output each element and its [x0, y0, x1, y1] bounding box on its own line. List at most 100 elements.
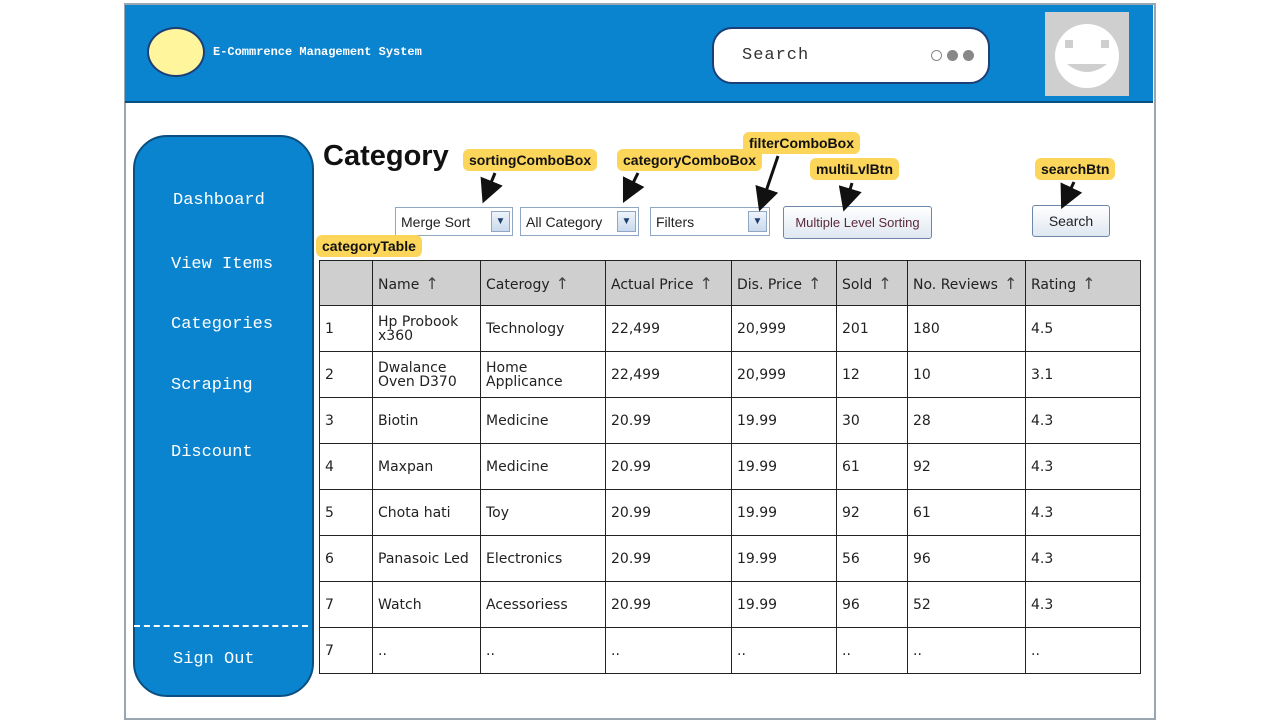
- table-cell: ..: [907, 627, 1026, 674]
- table-row[interactable]: 2 Dwalance Oven D370 Home Applicance 22,499…: [319, 351, 1141, 398]
- table-cell: ..: [372, 627, 481, 674]
- chevron-down-icon[interactable]: ▼: [617, 211, 636, 232]
- table-cell: ..: [836, 627, 908, 674]
- sort-up-icon[interactable]: ↑: [808, 274, 821, 293]
- column-label: Name: [378, 276, 420, 293]
- callout-filter: filterComboBox: [743, 132, 860, 154]
- table-cell: 96: [907, 535, 1026, 582]
- column-label: No. Reviews: [913, 276, 998, 293]
- column-label: Sold: [842, 276, 873, 293]
- callout-search: searchBtn: [1035, 158, 1116, 180]
- table-row[interactable]: 6 Panasoic Led Electronics 20.99 19.99 56 96 4.…: [319, 535, 1141, 582]
- dot: [931, 50, 942, 61]
- column-header-category[interactable]: Caterogy ↑: [480, 260, 606, 306]
- table-cell: ..: [605, 627, 732, 674]
- table-cell: Acessoriess: [480, 581, 606, 628]
- table-cell: Toy: [480, 489, 606, 536]
- table-cell: 12: [836, 351, 908, 398]
- category-table[interactable]: Name ↑ Caterogy ↑ Actual Price ↑ Dis. Price…: [319, 260, 1141, 674]
- column-header-dis-price[interactable]: Dis. Price ↑: [731, 260, 837, 306]
- table-body: 1 Hp Probook x360 Technology 22,499 20,999 20…: [319, 305, 1141, 674]
- table-cell: 7: [319, 581, 373, 628]
- sort-up-icon[interactable]: ↑: [878, 274, 891, 293]
- search-placeholder: Search: [742, 46, 810, 65]
- table-cell: Dwalance Oven D370: [372, 351, 481, 398]
- table-cell: 19.99: [731, 397, 837, 444]
- user-avatar-icon[interactable]: [1045, 12, 1129, 96]
- table-cell: ..: [731, 627, 837, 674]
- column-label: Caterogy: [486, 276, 550, 293]
- more-options-icon[interactable]: [931, 50, 974, 61]
- sort-up-icon[interactable]: ↑: [425, 274, 438, 293]
- sidebar-item-discount[interactable]: Discount: [171, 443, 253, 462]
- table-cell: 6: [319, 535, 373, 582]
- table-cell: 4.3: [1025, 489, 1141, 536]
- column-header-reviews[interactable]: No. Reviews ↑: [907, 260, 1026, 306]
- sorting-combobox[interactable]: Merge Sort ▼: [395, 207, 513, 236]
- table-cell: 22,499: [605, 351, 732, 398]
- app-title: E-Commrence Management System: [213, 45, 422, 59]
- filter-combobox-value: Filters: [656, 214, 695, 230]
- column-header-sold[interactable]: Sold ↑: [836, 260, 908, 306]
- table-cell: 92: [907, 443, 1026, 490]
- avatar-graphic: [1055, 24, 1119, 88]
- table-cell: Medicine: [480, 397, 606, 444]
- column-header-rating[interactable]: Rating ↑: [1025, 260, 1141, 306]
- table-cell: Watch: [372, 581, 481, 628]
- column-label: Actual Price: [611, 276, 694, 293]
- sort-up-icon[interactable]: ↑: [1082, 274, 1095, 293]
- table-cell: 20,999: [731, 305, 837, 352]
- table-cell: 4: [319, 443, 373, 490]
- table-cell: 1: [319, 305, 373, 352]
- sign-out-button[interactable]: Sign Out: [173, 650, 255, 669]
- multi-level-sorting-button[interactable]: Multiple Level Sorting: [783, 206, 932, 239]
- sidebar-divider: [134, 625, 308, 627]
- sidebar-item-dashboard[interactable]: Dashboard: [173, 191, 265, 210]
- table-cell: 22,499: [605, 305, 732, 352]
- sidebar-item-scraping[interactable]: Scraping: [171, 376, 253, 395]
- filter-combobox[interactable]: Filters ▼: [650, 207, 770, 236]
- table-cell: 2: [319, 351, 373, 398]
- dot: [963, 50, 974, 61]
- table-cell: Biotin: [372, 397, 481, 444]
- sort-up-icon[interactable]: ↑: [699, 274, 712, 293]
- table-row[interactable]: 1 Hp Probook x360 Technology 22,499 20,999 20…: [319, 305, 1141, 352]
- table-cell: 20.99: [605, 489, 732, 536]
- callout-multi: multiLvlBtn: [810, 158, 899, 180]
- sort-up-icon[interactable]: ↑: [556, 274, 569, 293]
- table-cell: 19.99: [731, 581, 837, 628]
- sort-up-icon[interactable]: ↑: [1004, 274, 1017, 293]
- table-row[interactable]: 7 Watch Acessoriess 20.99 19.99 96 52 4.3: [319, 581, 1141, 628]
- table-cell: 28: [907, 397, 1026, 444]
- table-header-row: Name ↑ Caterogy ↑ Actual Price ↑ Dis. Price…: [319, 260, 1141, 306]
- table-row[interactable]: 3 Biotin Medicine 20.99 19.99 30 28 4.3: [319, 397, 1141, 444]
- table-cell: 20.99: [605, 535, 732, 582]
- category-combobox[interactable]: All Category ▼: [520, 207, 639, 236]
- app-logo: [147, 27, 205, 77]
- sidebar-item-categories[interactable]: Categories: [171, 315, 273, 334]
- column-label: Rating: [1031, 276, 1077, 293]
- table-cell: Hp Probook x360: [372, 305, 481, 352]
- table-row[interactable]: 7..............: [319, 627, 1141, 674]
- search-button[interactable]: Search: [1032, 205, 1110, 237]
- table-cell: 4.3: [1025, 581, 1141, 628]
- page-title: Category: [323, 140, 449, 172]
- column-header-name[interactable]: Name ↑: [372, 260, 481, 306]
- table-cell: 20,999: [731, 351, 837, 398]
- sidebar-item-view-items[interactable]: View Items: [171, 255, 273, 274]
- column-header-actual-price[interactable]: Actual Price ↑: [605, 260, 732, 306]
- chevron-down-icon[interactable]: ▼: [748, 211, 767, 232]
- table-row[interactable]: 5 Chota hati Toy 20.99 19.99 92 61 4.3: [319, 489, 1141, 536]
- table-cell: Home Applicance: [480, 351, 606, 398]
- table-cell: 61: [907, 489, 1026, 536]
- table-cell: 4.5: [1025, 305, 1141, 352]
- chevron-down-icon[interactable]: ▼: [491, 211, 510, 232]
- header-search-input[interactable]: Search: [712, 27, 990, 84]
- column-label: Dis. Price: [737, 276, 803, 293]
- table-cell: 20.99: [605, 581, 732, 628]
- table-row[interactable]: 4 Maxpan Medicine 20.99 19.99 61 92 4.3: [319, 443, 1141, 490]
- table-cell: 20.99: [605, 397, 732, 444]
- table-cell: Technology: [480, 305, 606, 352]
- table-cell: 19.99: [731, 489, 837, 536]
- category-combobox-value: All Category: [526, 214, 603, 230]
